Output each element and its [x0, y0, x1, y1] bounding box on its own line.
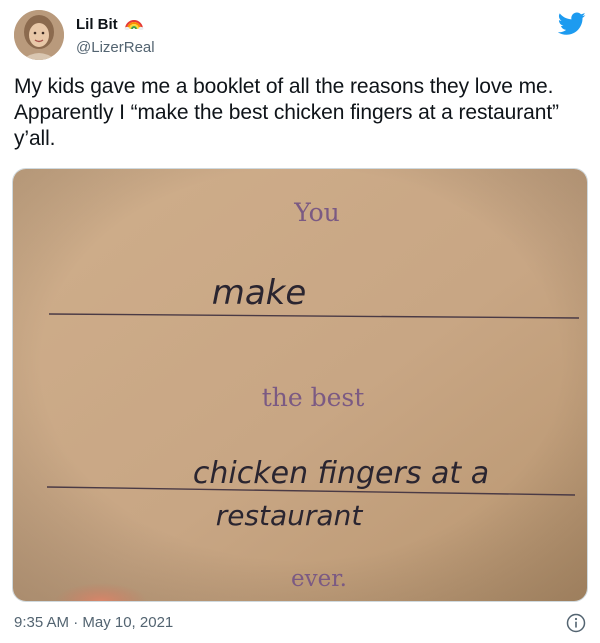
tweet-header: Lil Bit @LizerReal	[14, 10, 586, 64]
handwritten-chicken-fingers: chicken fingers at a	[193, 456, 489, 491]
handwritten-make: make	[212, 273, 307, 313]
author-info: Lil Bit @LizerReal	[76, 14, 155, 58]
twitter-bird-icon[interactable]	[557, 12, 586, 36]
avatar[interactable]	[14, 10, 64, 60]
printed-the-best: the best	[262, 383, 365, 412]
author-name[interactable]: Lil Bit	[76, 14, 144, 36]
tweet-timestamp[interactable]: 9:35 AM · May 10, 2021	[14, 614, 173, 631]
info-icon[interactable]	[566, 613, 586, 633]
rainbow-icon	[124, 14, 144, 36]
author-handle[interactable]: @LizerReal	[76, 38, 155, 58]
tweet-card: Lil Bit @LizerReal My kids gave me a boo…	[0, 0, 600, 643]
printed-you: You	[293, 198, 339, 227]
tweet-text: My kids gave me a booklet of all the rea…	[14, 75, 565, 150]
author-display-name[interactable]: Lil Bit	[76, 15, 118, 35]
handwritten-restaurant: restaurant	[216, 499, 364, 532]
printed-ever: ever.	[291, 566, 347, 592]
tweet-footer: 9:35 AM · May 10, 2021	[14, 612, 586, 634]
tweet-photo[interactable]: You make the best chicken fingers at a r…	[12, 168, 588, 602]
